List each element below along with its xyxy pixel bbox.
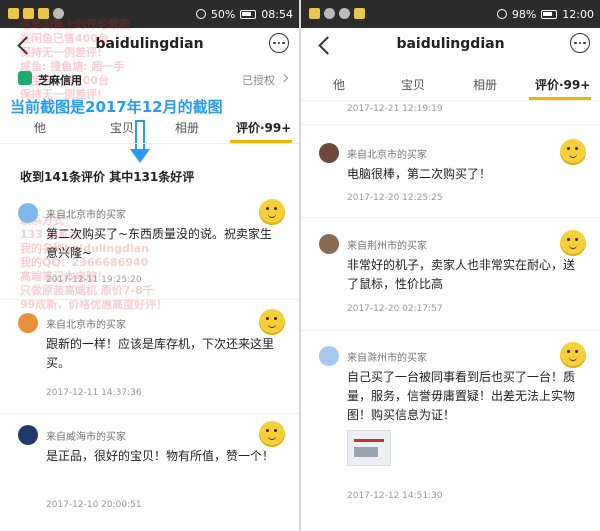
page-title: baidulingdian <box>396 36 505 52</box>
tab-he[interactable]: 他 <box>34 119 46 136</box>
zhima-credit-status: 已授权 <box>242 74 275 87</box>
review-item: 来自荆州市的买家 非常好的机子，卖家人也非常实在耐心，送了鼠标，性价比高 201… <box>301 230 600 334</box>
more-options-icon[interactable] <box>570 33 590 53</box>
nav-bar: baidulingdian <box>301 28 600 64</box>
review-text: 是正品，很好的宝贝！物有所值，赞一个！ <box>46 449 275 463</box>
battery-icon <box>541 9 558 19</box>
profile-tabs: 他 宝贝 相册 评价·99+ <box>0 113 299 144</box>
profile-tabs: 他 宝贝 相册 评价·99+ <box>301 70 600 101</box>
review-item: 来自威海市的买家 是正品，很好的宝贝！物有所值，赞一个！ 2017-12-10 … <box>0 421 299 525</box>
smiley-rating-icon <box>259 421 285 447</box>
review-summary: 收到141条评价 其中131条好评 <box>20 170 195 184</box>
buyer-location: 来自北京市的买家 <box>347 150 427 161</box>
smiley-rating-icon <box>560 342 586 368</box>
tabs-divider <box>0 143 299 144</box>
avatar[interactable] <box>18 313 38 333</box>
left-screenshot: 50% 08:54 baidulingdian 这是闲鱼上的评论截图 在闲鱼已售… <box>0 0 299 531</box>
review-photo-thumbnail[interactable] <box>347 430 391 466</box>
review-text: 非常好的机子，卖家人也非常实在耐心，送了鼠标，性价比高 <box>347 258 576 291</box>
review-text: 第二次购买了~东西质量没的说。祝卖家生意兴隆~ <box>46 227 273 260</box>
review-item: 来自北京市的买家 电脑很棒，第二次购买了！ 2017-12-20 12:25:2… <box>301 139 600 233</box>
battery-percent: 98% <box>511 7 537 21</box>
avatar[interactable] <box>319 234 339 254</box>
avatar[interactable] <box>319 143 339 163</box>
battery-percent: 50% <box>210 7 236 21</box>
app-notification-icon <box>309 8 320 19</box>
tab-items[interactable]: 宝贝 <box>401 76 425 93</box>
right-screenshot: 98% 12:00 baidulingdian 他 宝贝 相册 评价·99+ 2… <box>301 0 600 531</box>
review-text: 跟新的一样！应该是库存机，下次还来这里买。 <box>46 337 275 370</box>
tabs-divider <box>301 100 600 101</box>
review-time: 2017-12-12 14:51:30 <box>347 491 443 501</box>
smiley-rating-icon <box>560 139 586 165</box>
divider <box>0 413 299 414</box>
clock: 12:00 <box>562 7 594 21</box>
wifi-icon <box>496 9 507 19</box>
review-time: 2017-12-20 02:17:57 <box>347 304 443 314</box>
buyer-location: 来自滁州市的买家 <box>347 353 427 364</box>
divider <box>0 299 299 300</box>
battery-icon <box>240 9 257 19</box>
buyer-location: 来自荆州市的买家 <box>347 241 427 252</box>
app-notification-icon <box>8 8 19 19</box>
review-item: 来自滁州市的买家 自己买了一台被同事看到后也买了一台！质量，服务，信誉毋庸置疑！… <box>301 342 600 526</box>
tab-items[interactable]: 宝贝 <box>110 119 134 136</box>
notification-icons <box>309 8 365 19</box>
zhima-credit-label: 芝麻信用 <box>38 74 82 87</box>
review-time: 2017-12-11 19:25:20 <box>46 275 142 285</box>
smiley-rating-icon <box>560 230 586 256</box>
app-notification-icon <box>324 8 335 19</box>
review-time: 2017-12-10 20:00:51 <box>46 500 142 510</box>
divider <box>301 217 600 218</box>
review-time: 2017-12-21 12:19:19 <box>347 104 443 114</box>
chevron-right-icon <box>279 73 289 83</box>
divider <box>301 124 600 125</box>
buyer-location: 来自北京市的买家 <box>46 210 126 221</box>
review-text: 自己买了一台被同事看到后也买了一台！质量，服务，信誉毋庸置疑！出差无法上实物图！… <box>347 370 576 422</box>
tab-album[interactable]: 相册 <box>473 76 497 93</box>
app-notification-icon <box>354 8 365 19</box>
buyer-location: 来自威海市的买家 <box>46 432 126 443</box>
smiley-rating-icon <box>259 309 285 335</box>
buyer-location: 来自北京市的买家 <box>46 320 126 331</box>
more-options-icon[interactable] <box>269 33 289 53</box>
divider <box>301 330 600 331</box>
tab-reviews[interactable]: 评价·99+ <box>535 76 590 93</box>
status-bar: 98% 12:00 <box>301 0 600 28</box>
clock: 08:54 <box>261 7 293 21</box>
review-item: 来自北京市的买家 第二次购买了~东西质量没的说。祝卖家生意兴隆~ 2017-12… <box>0 199 299 303</box>
avatar[interactable] <box>18 425 38 445</box>
wifi-icon <box>195 9 206 19</box>
tab-album[interactable]: 相册 <box>175 119 199 136</box>
review-text: 电脑很棒，第二次购买了！ <box>347 167 492 181</box>
avatar[interactable] <box>319 346 339 366</box>
review-item: 来自北京市的买家 跟新的一样！应该是库存机，下次还来这里买。 2017-12-1… <box>0 309 299 414</box>
review-time: 2017-12-20 12:25:25 <box>347 193 443 203</box>
review-time: 2017-12-11 14:37:36 <box>46 388 142 398</box>
tab-reviews[interactable]: 评价·99+ <box>236 119 291 136</box>
smiley-rating-icon <box>259 199 285 225</box>
avatar[interactable] <box>18 203 38 223</box>
app-notification-icon <box>339 8 350 19</box>
zhima-credit-icon <box>18 71 32 85</box>
tab-he[interactable]: 他 <box>333 76 345 93</box>
zhima-credit-row[interactable]: 芝麻信用 已授权 <box>0 66 299 92</box>
